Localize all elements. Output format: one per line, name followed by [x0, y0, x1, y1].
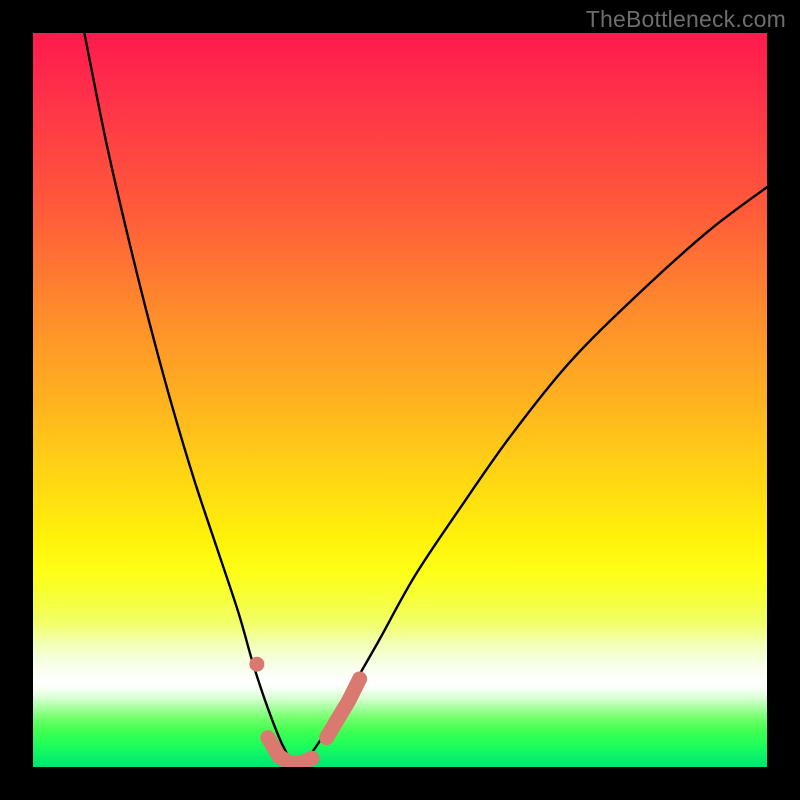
bottleneck-curve: [84, 33, 767, 767]
highlight-dot: [249, 657, 264, 672]
highlight-band-left: [268, 738, 312, 764]
plot-area: [33, 33, 767, 767]
chart-frame: TheBottleneck.com: [0, 0, 800, 800]
watermark-label: TheBottleneck.com: [586, 6, 786, 33]
highlight-band-right: [327, 679, 360, 738]
curve-layer: [33, 33, 767, 767]
